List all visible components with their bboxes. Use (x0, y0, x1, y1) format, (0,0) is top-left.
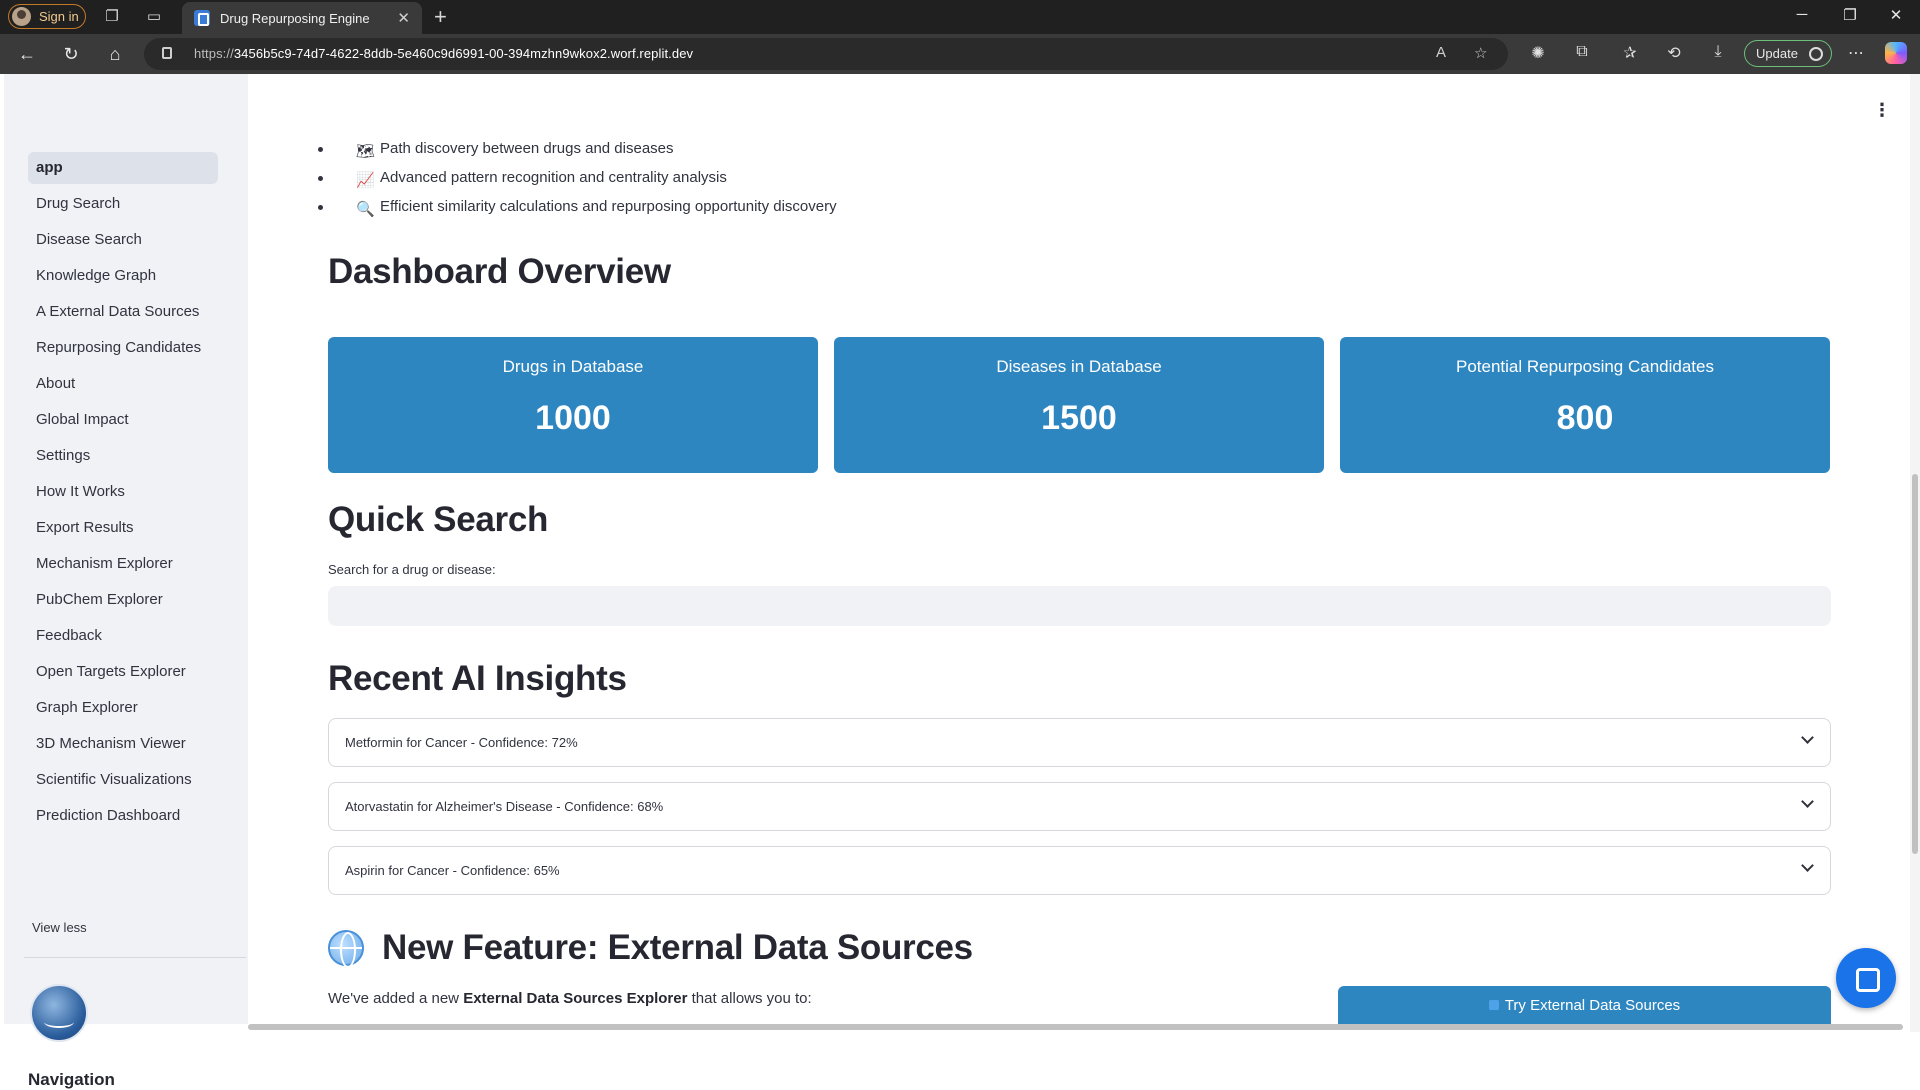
new-tab-icon[interactable]: + (434, 4, 447, 30)
magnifier-icon: 🔍 (356, 201, 375, 218)
insight-label: Atorvastatin for Alzheimer's Disease - C… (345, 799, 664, 814)
sync-icon (1809, 47, 1823, 61)
sidebar-item-pubchem-explorer[interactable]: PubChem Explorer (28, 584, 218, 616)
chevron-down-icon (1801, 859, 1814, 872)
sidebar-item-export-results[interactable]: Export Results (28, 512, 218, 544)
tab-title: Drug Repurposing Engine (220, 10, 370, 26)
tab-close-icon[interactable]: ✕ (397, 9, 410, 27)
metric-label: Drugs in Database (502, 357, 644, 376)
sidebar-item-app[interactable]: app (28, 152, 218, 184)
insight-label: Metformin for Cancer - Confidence: 72% (345, 735, 578, 750)
quick-search-heading: Quick Search (328, 500, 549, 539)
metric-card-diseases: Diseases in Database 1500 (834, 337, 1324, 473)
app-logo (30, 984, 88, 1042)
dashboard-overview-heading: Dashboard Overview (328, 252, 671, 291)
chevron-down-icon (1801, 731, 1814, 744)
chart-icon: 📈 (356, 172, 375, 189)
insight-label: Aspirin for Cancer - Confidence: 65% (345, 863, 560, 878)
new-feature-title: New Feature: External Data Sources (382, 928, 973, 967)
favorites-icon[interactable]: ✰ (1620, 43, 1640, 63)
favorite-star-icon[interactable]: ☆ (1474, 44, 1487, 62)
new-feature-intro: We've added a new External Data Sources … (328, 990, 812, 1007)
metric-label: Potential Repurposing Candidates (1455, 357, 1714, 376)
list-item: 🗺 Path discovery between drugs and diseas… (318, 134, 837, 163)
main-content: ⋮ 🗺 Path discovery between drugs and dise… (248, 74, 1910, 1032)
metric-card-candidates: Potential Repurposing Candidates 800 (1340, 337, 1830, 473)
sidebar-item-repurposing-candidates[interactable]: Repurposing Candidates (28, 332, 218, 364)
minimize-icon[interactable]: ─ (1792, 6, 1812, 23)
workspaces-icon[interactable]: ❐ (102, 7, 122, 27)
sidebar-item-a-external-data-sources[interactable]: A External Data Sources (28, 296, 218, 328)
metric-value: 1500 (1041, 399, 1117, 437)
search-input[interactable] (328, 586, 1831, 626)
horizontal-scrollbar[interactable] (248, 1022, 1910, 1032)
url-text: https://3456b5c9-74d7-4622-8ddb-5e460c9d… (194, 46, 694, 61)
refresh-icon[interactable]: ↻ (60, 43, 82, 65)
main-menu-icon[interactable]: ⋮ (1873, 100, 1891, 121)
sidebar-item-disease-search[interactable]: Disease Search (28, 224, 218, 256)
browser-essentials-icon[interactable]: ✺ (1528, 43, 1548, 63)
sidebar-item-scientific-visualizations[interactable]: Scientific Visualizations (28, 764, 218, 796)
list-item: 📈 Advanced pattern recognition and centra… (318, 163, 837, 192)
history-icon[interactable]: ⟲ (1664, 43, 1684, 63)
scrollbar-thumb[interactable] (1912, 474, 1918, 854)
sidebar-item-prediction-dashboard[interactable]: Prediction Dashboard (28, 800, 218, 832)
browser-tab-bar: Sign in ❐ ▭ Drug Repurposing Engine ✕ + … (0, 0, 1920, 34)
search-label: Search for a drug or disease: (328, 562, 496, 577)
more-options-icon[interactable]: ⋯ (1846, 43, 1866, 63)
tab-favicon-icon (194, 10, 210, 26)
downloads-icon[interactable]: ⤓ (1708, 43, 1728, 61)
sidebar-item-drug-search[interactable]: Drug Search (28, 188, 218, 220)
map-icon: 🗺 (356, 143, 376, 160)
insight-expander[interactable]: Atorvastatin for Alzheimer's Disease - C… (328, 782, 1831, 831)
metric-label: Diseases in Database (996, 357, 1162, 376)
extensions-icon[interactable]: ⧉ (1572, 43, 1592, 61)
sidebar-item-feedback[interactable]: Feedback (28, 620, 218, 652)
globe-icon (328, 930, 364, 968)
sidebar-item-about[interactable]: About (28, 368, 218, 400)
metric-value: 800 (1556, 399, 1614, 437)
tab-drug-repurposing-engine[interactable]: Drug Repurposing Engine ✕ (182, 2, 422, 34)
sidebar-item-mechanism-explorer[interactable]: Mechanism Explorer (28, 548, 218, 580)
window-close-icon[interactable]: ✕ (1886, 6, 1906, 24)
metric-value: 1000 (535, 399, 611, 437)
home-icon[interactable]: ⌂ (104, 43, 126, 65)
insight-expander[interactable]: Aspirin for Cancer - Confidence: 65% (328, 846, 1831, 895)
external-link-icon (1488, 1000, 1499, 1010)
sidebar-item-3d-mechanism-viewer[interactable]: 3D Mechanism Viewer (28, 728, 218, 760)
sign-in-button[interactable]: Sign in (8, 4, 86, 29)
sidebar-item-settings[interactable]: Settings (28, 440, 218, 472)
list-item: 🔍 Efficient similarity calculations and r… (318, 192, 837, 221)
try-button-label: Try External Data Sources (1504, 997, 1681, 1014)
update-button[interactable]: Update (1744, 40, 1832, 67)
sidebar: app Drug Search Disease Search Knowledge Gr… (4, 74, 248, 1089)
restore-icon[interactable]: ❐ (1840, 6, 1860, 24)
sidebar-divider (24, 957, 246, 958)
lock-icon (162, 47, 172, 59)
insight-expander[interactable]: Metformin for Cancer - Confidence: 72% (328, 718, 1831, 767)
read-aloud-icon[interactable]: A (1436, 44, 1446, 61)
copilot-icon[interactable] (1885, 42, 1907, 64)
navigation-title: Navigation (28, 1070, 115, 1089)
sidebar-item-how-it-works[interactable]: How It Works (28, 476, 218, 508)
sign-in-label: Sign in (39, 9, 79, 24)
url-field[interactable]: https://3456b5c9-74d7-4622-8ddb-5e460c9d… (144, 38, 1508, 70)
back-icon[interactable]: ← (16, 43, 38, 65)
view-less-link[interactable]: View less (32, 920, 87, 935)
profile-avatar-icon (12, 7, 31, 26)
update-label: Update (1756, 46, 1798, 61)
recent-ai-insights-heading: Recent AI Insights (328, 659, 627, 698)
sidebar-item-global-impact[interactable]: Global Impact (28, 404, 218, 436)
chevron-down-icon (1801, 795, 1814, 808)
sidebar-item-graph-explorer[interactable]: Graph Explorer (28, 692, 218, 724)
address-bar: ← ↻ ⌂ https://3456b5c9-74d7-4622-8ddb-5e… (0, 34, 1920, 74)
feature-bullet-list: 🗺 Path discovery between drugs and diseas… (318, 134, 837, 221)
tab-actions-icon[interactable]: ▭ (144, 7, 164, 27)
floating-action-button[interactable] (1836, 948, 1896, 1008)
metric-card-drugs: Drugs in Database 1000 (328, 337, 818, 473)
sidebar-item-open-targets-explorer[interactable]: Open Targets Explorer (28, 656, 218, 688)
sidebar-item-knowledge-graph[interactable]: Knowledge Graph (28, 260, 218, 292)
vertical-scrollbar[interactable] (1910, 74, 1920, 1032)
new-feature-heading: New Feature: External Data Sources (328, 928, 973, 968)
